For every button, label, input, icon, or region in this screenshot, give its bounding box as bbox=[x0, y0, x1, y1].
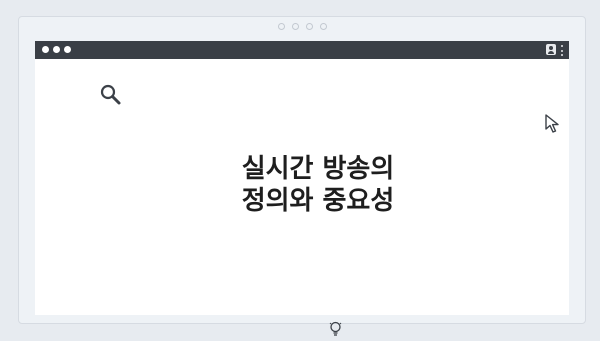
dot-icon bbox=[319, 23, 327, 30]
window-close-dot[interactable] bbox=[42, 46, 49, 53]
window-controls bbox=[42, 46, 71, 53]
dot-icon bbox=[305, 23, 313, 30]
window-minimize-dot[interactable] bbox=[53, 46, 60, 53]
title-line-2: 정의와 중요성 bbox=[241, 186, 395, 216]
dot-icon bbox=[277, 23, 285, 30]
browser-titlebar bbox=[35, 41, 569, 59]
slide-frame: 실시간 방송의 정의와 중요성 bbox=[18, 16, 586, 336]
lightbulb-icon bbox=[329, 321, 342, 337]
kebab-menu-icon[interactable] bbox=[561, 45, 564, 56]
user-icon[interactable] bbox=[546, 44, 556, 55]
title-line-1: 실시간 방송의 bbox=[241, 154, 395, 184]
window-maximize-dot[interactable] bbox=[64, 46, 71, 53]
top-dots-decoration bbox=[19, 23, 585, 30]
cursor-arrow-icon bbox=[543, 113, 565, 135]
page-title: 실시간 방송의 정의와 중요성 bbox=[35, 153, 600, 217]
search-icon bbox=[99, 83, 123, 107]
browser-window: 실시간 방송의 정의와 중요성 bbox=[35, 41, 569, 336]
dot-icon bbox=[291, 23, 299, 30]
